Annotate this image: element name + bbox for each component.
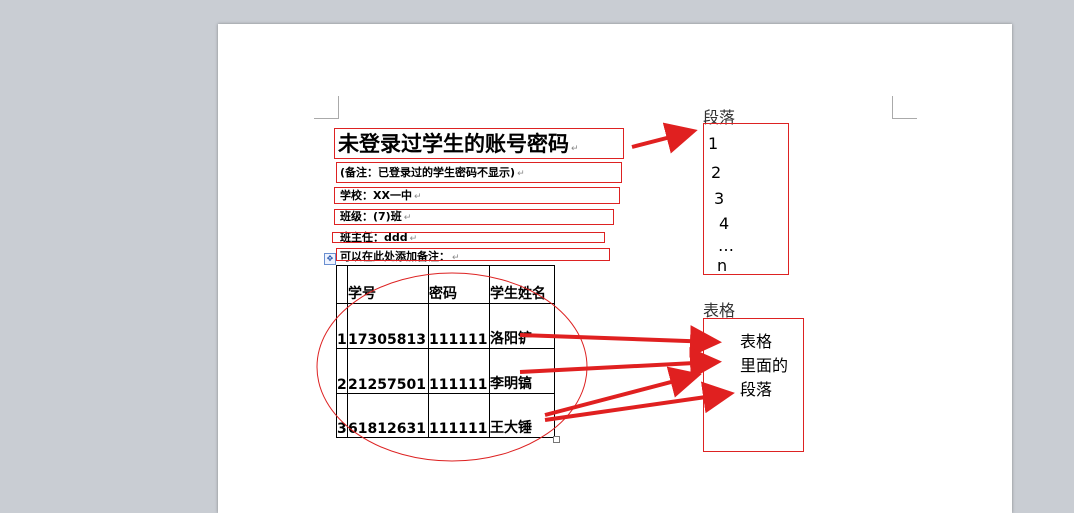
table-highlight-ellipse (316, 272, 588, 462)
arrow-icon (631, 122, 698, 154)
arrow-icon (519, 325, 722, 358)
annotation-overlay (316, 122, 735, 462)
arrow-icon (519, 347, 722, 380)
